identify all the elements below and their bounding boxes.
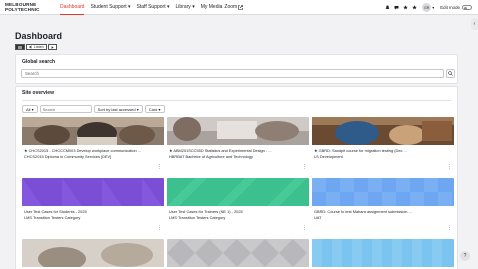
divider	[22, 100, 451, 101]
help-button[interactable]: ?	[460, 251, 470, 261]
course-card[interactable]	[312, 239, 454, 269]
tts-play-button[interactable]	[47, 44, 57, 50]
course-image	[312, 117, 454, 145]
course-filters: All ▾ Search Sort by last accessed ▾ Car…	[22, 105, 167, 113]
course-menu-icon[interactable]: ⋮	[157, 164, 162, 170]
nav-library[interactable]: Library ▾	[176, 0, 195, 15]
chevron-down-icon[interactable]: ▾	[432, 5, 434, 10]
site-overview-block: Site overview All ▾ Search Sort by last …	[15, 86, 458, 269]
global-search-button[interactable]	[446, 69, 455, 78]
play-icon	[51, 45, 54, 49]
course-category: LS Development	[314, 154, 343, 159]
edit-mode-label: Edit mode	[440, 5, 460, 10]
course-title[interactable]: User Test Cases for Students - 2025	[24, 209, 162, 214]
speaker-icon	[29, 45, 32, 49]
primary-nav: Dashboard Student Support ▾ Staff Suppor…	[60, 0, 249, 15]
nav-student-support[interactable]: Student Support ▾	[90, 0, 130, 15]
course-category: CHCS2015 Diploma in Community Services […	[24, 154, 112, 159]
course-category: LMS Transition Testers Category	[169, 215, 226, 220]
course-pattern-grey	[167, 239, 309, 267]
star-icon-2[interactable]	[410, 4, 418, 12]
course-menu-icon[interactable]: ⋮	[447, 225, 452, 231]
user-tools: GR ▾ Edit mode	[382, 0, 472, 15]
open-drawer-button[interactable]: ‹	[471, 18, 478, 30]
nav-staff-support[interactable]: Staff Support ▾	[137, 0, 170, 15]
edit-mode-toggle[interactable]	[462, 5, 472, 10]
course-pattern-green	[167, 178, 309, 206]
course-search-input[interactable]: Search	[39, 105, 92, 113]
course-pattern-blue	[312, 178, 454, 206]
course-menu-icon[interactable]: ⋮	[447, 164, 452, 170]
global-search-title: Global search	[22, 59, 56, 65]
messages-icon[interactable]	[392, 4, 400, 12]
course-title[interactable]: ★ GBRD: Sandpit course for migration tes…	[314, 148, 452, 153]
global-search-block: Global search Search	[15, 54, 458, 84]
tts-menu-icon[interactable]	[15, 44, 25, 50]
view-select-label: Card	[148, 107, 158, 112]
course-card[interactable]	[167, 239, 309, 269]
course-card[interactable]: ★ CHCS2015 - CHCCCM003 Develop workplace…	[22, 117, 164, 174]
grouping-select-label: All	[26, 107, 31, 112]
top-navbar: MELBOURNE POLYTECHNIC Dashboard Student …	[0, 0, 478, 15]
avatar[interactable]: GR	[422, 3, 432, 12]
course-category: LMS Transition Testers Category	[24, 215, 81, 220]
course-title[interactable]: ★ ABM201SCC55D Statistics and Experiment…	[169, 148, 307, 153]
course-menu-icon[interactable]: ⋮	[157, 225, 162, 231]
external-link-icon	[238, 5, 243, 10]
course-title[interactable]: ★ CHCS2015 - CHCCCM003 Develop workplace…	[24, 148, 162, 153]
view-select[interactable]: Card ▾	[144, 105, 165, 113]
star-icon[interactable]	[401, 4, 409, 12]
nav-zoom[interactable]: Zoom	[224, 0, 243, 15]
course-image	[22, 117, 164, 145]
chevron-left-icon: ‹	[473, 21, 476, 27]
site-logo[interactable]: MELBOURNE POLYTECHNIC	[5, 2, 57, 13]
question-icon: ?	[463, 253, 467, 259]
tts-listen-button[interactable]: Listen	[26, 44, 47, 50]
course-image	[22, 239, 164, 267]
global-search-input[interactable]: Search	[21, 69, 444, 78]
course-menu-icon[interactable]: ⋮	[302, 164, 307, 170]
page-title: Dashboard	[15, 31, 63, 41]
notification-bell-icon[interactable]	[383, 4, 391, 12]
course-title[interactable]: User Test Cases for Trainers (NE 1) - 20…	[169, 209, 307, 214]
course-card[interactable]: User Test Cases for Students - 2025 LMS …	[22, 178, 164, 235]
course-image	[167, 117, 309, 145]
course-card[interactable]: User Test Cases for Trainers (NE 1) - 20…	[167, 178, 309, 235]
course-pattern-lightblue	[312, 239, 454, 267]
course-card[interactable]: GBRD: Course to test Mahara assignment s…	[312, 178, 454, 235]
nav-my-media[interactable]: My Media	[201, 0, 223, 15]
course-category: UAT	[314, 215, 322, 220]
course-category: HBRBAT Bachelor of Agriculture and Techn…	[169, 154, 253, 159]
course-title[interactable]: GBRD: Course to test Mahara assignment s…	[314, 209, 452, 214]
course-menu-icon[interactable]: ⋮	[302, 225, 307, 231]
course-card[interactable]	[22, 239, 164, 269]
search-icon	[448, 71, 453, 76]
sort-select-label: Sort by last accessed	[97, 107, 136, 112]
nav-dashboard[interactable]: Dashboard	[60, 0, 85, 15]
nav-zoom-label: Zoom	[224, 4, 238, 10]
grouping-select[interactable]: All ▾	[22, 105, 38, 113]
text-to-speech-bar: Listen	[15, 44, 58, 50]
course-pattern-purple	[22, 178, 164, 206]
logo-line-2: POLYTECHNIC	[5, 7, 40, 12]
site-overview-title: Site overview	[22, 90, 54, 96]
tts-listen-label: Listen	[34, 45, 44, 49]
course-card[interactable]: ★ GBRD: Sandpit course for migration tes…	[312, 117, 454, 174]
course-card[interactable]: ★ ABM201SCC55D Statistics and Experiment…	[167, 117, 309, 174]
sort-select[interactable]: Sort by last accessed ▾	[93, 105, 143, 113]
